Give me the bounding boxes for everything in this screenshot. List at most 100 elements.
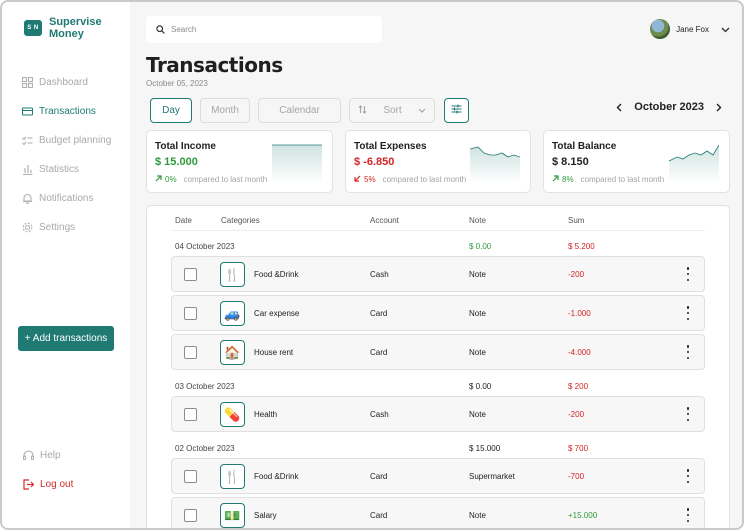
- main-content: Jane Fox Transactions October 05, 2023 D…: [130, 2, 742, 528]
- table-row[interactable]: 💊 Health Cash Note -200: [171, 396, 705, 432]
- row-checkbox[interactable]: [184, 408, 197, 421]
- sidebar: S N Supervise Money Dashboard Transactio…: [2, 2, 130, 528]
- card-change-pct: 0%: [165, 175, 177, 184]
- food-drink-icon: 🍴: [220, 262, 245, 287]
- sidebar-item-notifications[interactable]: Notifications: [22, 184, 111, 213]
- sidebar-item-dashboard[interactable]: Dashboard: [22, 68, 111, 97]
- calendar-view-button[interactable]: Calendar: [258, 98, 341, 123]
- row-checkbox[interactable]: [184, 268, 197, 281]
- sort-icon: [358, 104, 367, 117]
- more-options-icon[interactable]: [686, 267, 690, 281]
- sidebar-item-statistics[interactable]: Statistics: [22, 155, 111, 184]
- sidebar-item-label: Dashboard: [39, 77, 88, 88]
- help-icon: [23, 450, 34, 461]
- sidebar-item-label: Settings: [39, 222, 76, 233]
- page-date: October 05, 2023: [146, 79, 208, 88]
- card-title: Total Income: [155, 141, 216, 152]
- chevron-down-icon[interactable]: [721, 22, 730, 36]
- column-header-date: Date: [175, 216, 192, 225]
- card-compare: compared to last month: [183, 175, 268, 184]
- row-sum: -200: [568, 270, 585, 279]
- row-sum: -700: [568, 472, 585, 481]
- group-income: $ 15.000: [469, 444, 501, 453]
- row-note: Note: [469, 348, 486, 357]
- help-link[interactable]: Help: [23, 450, 61, 461]
- group-date: 03 October 2023: [175, 382, 235, 391]
- row-account: Cash: [370, 410, 389, 419]
- row-note: Supermarket: [469, 472, 515, 481]
- group-income: $ 0.00: [469, 242, 492, 251]
- user-menu[interactable]: Jane Fox: [650, 19, 730, 39]
- row-sum: -4.000: [568, 348, 591, 357]
- total-income-card: Total Income $ 15.000 0% compared to las…: [146, 130, 333, 193]
- column-header-sum: Sum: [568, 216, 585, 225]
- group-expense: $ 200: [568, 382, 589, 391]
- row-note: Note: [469, 270, 486, 279]
- sidebar-item-label: Transactions: [39, 106, 96, 117]
- chevron-left-icon[interactable]: [612, 100, 626, 114]
- sidebar-item-label: Statistics: [39, 164, 80, 175]
- table-row[interactable]: 🍴 Food &Drink Card Supermarket -700: [171, 458, 705, 494]
- money-icon: 💵: [220, 503, 245, 528]
- row-checkbox[interactable]: [184, 509, 197, 522]
- search-input[interactable]: [171, 25, 361, 34]
- more-options-icon[interactable]: [686, 407, 690, 421]
- row-account: Cash: [370, 270, 389, 279]
- bar-chart-icon: [22, 164, 33, 175]
- sort-label: Sort: [383, 105, 402, 116]
- row-checkbox[interactable]: [184, 470, 197, 483]
- card-value: $ 15.000: [155, 156, 198, 168]
- add-transactions-button[interactable]: + Add transactions: [18, 326, 114, 351]
- group-date: 02 October 2023: [175, 444, 235, 453]
- card-change-pct: 5%: [364, 175, 376, 184]
- sidebar-item-budget-planning[interactable]: Budget planning: [22, 126, 111, 155]
- column-header-account: Account: [370, 216, 399, 225]
- sidebar-item-transactions[interactable]: Transactions: [22, 97, 111, 126]
- card-change-pct: 8%: [562, 175, 574, 184]
- column-header-categories: Categories: [221, 216, 260, 225]
- row-note: Note: [469, 410, 486, 419]
- search-bar[interactable]: [146, 16, 382, 43]
- gear-icon: [22, 222, 33, 233]
- car-icon: 🚙: [220, 301, 245, 326]
- table-row[interactable]: 💵 Salary Card Note +15.000: [171, 497, 705, 528]
- more-options-icon[interactable]: [686, 469, 690, 483]
- month-navigator: October 2023: [612, 100, 726, 114]
- current-month: October 2023: [634, 101, 704, 113]
- card-change: 8% compared to last month: [552, 175, 664, 184]
- table-row[interactable]: 🍴 Food &Drink Cash Note -200: [171, 256, 705, 292]
- row-category: Food &Drink: [254, 270, 299, 279]
- more-options-icon[interactable]: [686, 508, 690, 522]
- total-expenses-card: Total Expenses $ -6.850 5% compared to l…: [345, 130, 531, 193]
- user-name: Jane Fox: [676, 24, 709, 34]
- logout-icon: [23, 479, 34, 490]
- card-icon: [22, 106, 33, 117]
- row-category: Food &Drink: [254, 472, 299, 481]
- row-checkbox[interactable]: [184, 307, 197, 320]
- row-category: Car expense: [254, 309, 300, 318]
- sidebar-item-settings[interactable]: Settings: [22, 213, 111, 242]
- logout-link[interactable]: Log out: [23, 479, 73, 490]
- avatar[interactable]: [650, 19, 671, 39]
- group-income: $ 0.00: [469, 382, 492, 391]
- app-window: S N Supervise Money Dashboard Transactio…: [0, 0, 744, 530]
- filter-button[interactable]: [444, 98, 469, 123]
- page-title: Transactions: [146, 53, 283, 77]
- day-view-button[interactable]: Day: [150, 98, 192, 123]
- table-row[interactable]: 🚙 Car expense Card Note -1.000: [171, 295, 705, 331]
- brand-logo[interactable]: S N Supervise Money: [24, 16, 109, 40]
- row-checkbox[interactable]: [184, 346, 197, 359]
- table-row[interactable]: 🏠 House rent Card Note -4.000: [171, 334, 705, 370]
- filter-icon: [451, 104, 462, 117]
- total-balance-card: Total Balance $ 8.150 8% compared to las…: [543, 130, 730, 193]
- chevron-down-icon: [418, 105, 426, 116]
- more-options-icon[interactable]: [686, 345, 690, 359]
- checklist-icon: [22, 135, 33, 146]
- month-view-button[interactable]: Month: [200, 98, 250, 123]
- more-options-icon[interactable]: [686, 306, 690, 320]
- sort-dropdown[interactable]: Sort: [349, 98, 435, 123]
- health-icon: 💊: [220, 402, 245, 427]
- chevron-right-icon[interactable]: [712, 100, 726, 114]
- sidebar-item-label: Budget planning: [39, 135, 112, 146]
- card-value: $ 8.150: [552, 156, 589, 168]
